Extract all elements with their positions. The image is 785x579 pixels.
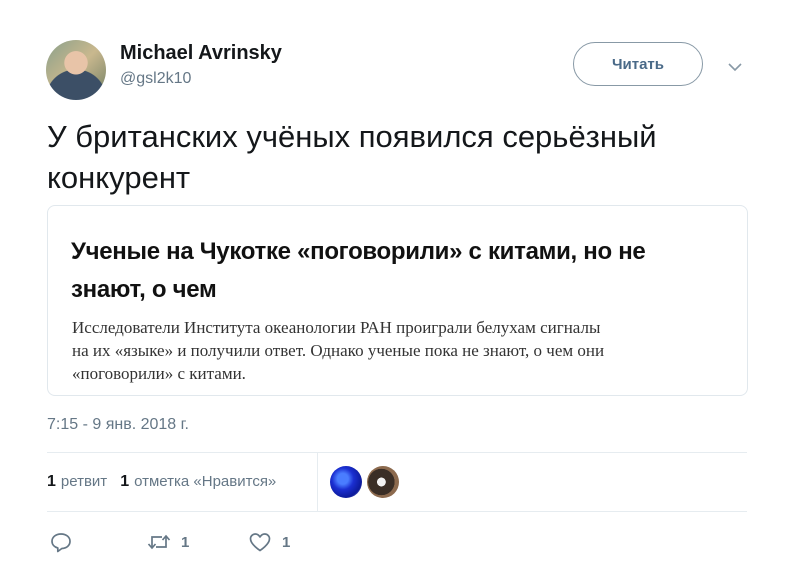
follow-button[interactable]: Читать <box>573 42 703 86</box>
like-button[interactable]: 1 <box>248 531 290 553</box>
retweet-count: 1 <box>181 533 190 551</box>
tweet-text-line: У британских учёных появился серьёзный <box>47 119 657 154</box>
card-title-line: знают, о чем <box>71 276 217 303</box>
liker-avatar[interactable] <box>330 466 362 498</box>
author-name[interactable]: Michael Avrinsky <box>120 42 282 65</box>
retweet-button[interactable]: 1 <box>147 531 189 553</box>
tweet-text-line: конкурент <box>47 160 191 195</box>
card-title-line: Ученые на Чукотке «поговорили» с китами,… <box>71 238 646 265</box>
card-description: Исследователи Института океанологии РАН … <box>72 316 737 385</box>
card-description-line: на их «языке» и получили ответ. Однако у… <box>72 341 605 360</box>
likes-label: отметка «Нравится» <box>134 473 277 490</box>
tweet-stats: 1 ретвит 1 отметка «Нравится» <box>47 473 289 491</box>
reply-icon <box>50 531 72 553</box>
tweet-timestamp[interactable]: 7:15 - 9 янв. 2018 г. <box>47 416 189 434</box>
divider <box>47 511 747 512</box>
liker-avatar[interactable] <box>367 466 399 498</box>
reply-button[interactable] <box>50 531 72 553</box>
stats-separator <box>317 452 318 511</box>
author-avatar[interactable] <box>46 40 106 100</box>
follow-button-label: Читать <box>611 55 665 73</box>
chevron-down-icon[interactable] <box>726 60 744 74</box>
link-card[interactable]: Ученые на Чукотке «поговорили» с китами,… <box>47 205 748 396</box>
card-title: Ученые на Чукотке «поговорили» с китами,… <box>71 233 751 309</box>
author-handle[interactable]: @gsl2k10 <box>120 70 191 88</box>
retweets-label: ретвит <box>60 473 108 490</box>
tweet-text: У британских учёных появился серьёзный к… <box>47 116 747 198</box>
heart-icon <box>248 531 272 553</box>
like-count: 1 <box>282 533 291 551</box>
card-description-line: Исследователи Института океанологии РАН … <box>72 318 601 337</box>
retweet-icon <box>147 531 171 553</box>
likes-stat[interactable]: 1 отметка «Нравится» <box>120 473 276 491</box>
retweets-count: 1 <box>47 473 56 490</box>
divider <box>47 452 747 453</box>
likes-count: 1 <box>120 473 130 490</box>
card-description-line: «поговорили» с китами. <box>72 364 246 383</box>
retweets-stat[interactable]: 1 ретвит <box>47 473 107 491</box>
